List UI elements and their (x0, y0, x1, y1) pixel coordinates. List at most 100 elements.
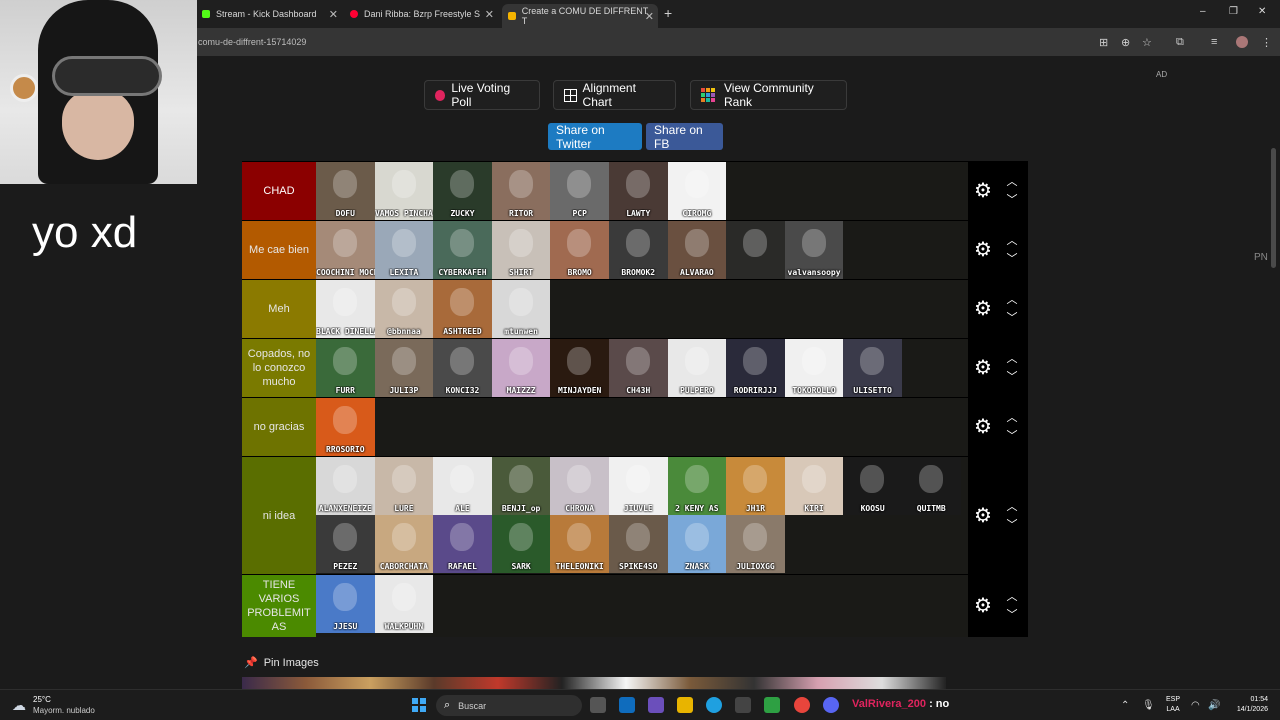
tab-kick-dashboard[interactable]: Stream - Kick Dashboard ✕ (196, 4, 342, 24)
volume-icon[interactable]: 🔊 (1208, 700, 1220, 711)
tier-item-image[interactable]: THELEONIKI (550, 515, 609, 573)
tier-item-image[interactable]: ASHTREED (433, 280, 492, 338)
tier-item-image[interactable]: PCP (550, 162, 609, 220)
close-tab-icon[interactable]: ✕ (485, 8, 494, 21)
tier-item-image[interactable]: QUITMB (901, 457, 961, 515)
tier-item-image[interactable]: VAMOS PINCHA (374, 162, 434, 220)
gear-icon[interactable]: ⚙ (974, 415, 992, 439)
move-down-icon[interactable]: ﹀ (1004, 250, 1020, 268)
move-up-icon[interactable]: ︿ (1004, 409, 1020, 427)
tier-label[interactable]: Copados, no lo conozco mucho (242, 339, 316, 397)
tier-item-image[interactable]: LAWTY (608, 162, 668, 220)
tier-item-image[interactable]: SARK (491, 515, 551, 573)
live-voting-poll-button[interactable]: Live Voting Poll (424, 80, 540, 110)
tier-item-image[interactable]: FURR (316, 339, 375, 397)
tier-item-image[interactable]: PEZEZ (316, 515, 375, 573)
file-explorer-icon[interactable] (677, 697, 693, 713)
tier-item-image[interactable]: valvansoopy (784, 221, 844, 279)
view-community-rank-button[interactable]: View Community Rank (690, 80, 847, 110)
tier-item-image[interactable]: WALKPUHN (374, 575, 434, 633)
tier-item-image[interactable]: DOFU (316, 162, 375, 220)
move-down-icon[interactable]: ﹀ (1004, 516, 1020, 534)
tier-item-image[interactable]: COOCHINI MOCHINICRY (316, 221, 375, 279)
tier-item-image[interactable]: LEXITA (374, 221, 434, 279)
chrome-icon[interactable] (794, 697, 810, 713)
tier-item-image[interactable]: ZNASK (667, 515, 727, 573)
minimize-icon[interactable]: – (1200, 6, 1206, 17)
tier-item-image[interactable]: BLACK DINELLA (316, 280, 375, 338)
image-pool-strip[interactable] (242, 677, 946, 689)
tier-item-image[interactable]: ZUCKY (433, 162, 492, 220)
move-down-icon[interactable]: ﹀ (1004, 368, 1020, 386)
move-down-icon[interactable]: ﹀ (1004, 427, 1020, 445)
tier-item-image[interactable]: MINJAYDEN (550, 339, 609, 397)
move-up-icon[interactable]: ︿ (1004, 350, 1020, 368)
tier-items[interactable]: DOFU VAMOS PINCHA ZUCKY RITOR PCP LAWTY CIROMG (316, 162, 968, 220)
move-up-icon[interactable]: ︿ (1004, 291, 1020, 309)
tier-item-image[interactable]: MAIZZZ (491, 339, 551, 397)
restore-icon[interactable]: ❐ (1229, 6, 1238, 17)
move-down-icon[interactable]: ﹀ (1004, 309, 1020, 327)
tray-chevron-icon[interactable]: ⌃ (1121, 700, 1129, 711)
tier-item-image[interactable]: CABORCHATA (374, 515, 434, 573)
extensions-icon[interactable]: ⧉ (1176, 36, 1184, 49)
tier-item-image[interactable]: LURE (374, 457, 434, 515)
tier-item-image[interactable]: SPIKE4SO (608, 515, 668, 573)
tier-item-image[interactable]: ALE (433, 457, 492, 515)
move-up-icon[interactable]: ︿ (1004, 173, 1020, 191)
tier-item-image[interactable]: KOOSU (843, 457, 902, 515)
move-up-icon[interactable]: ︿ (1004, 588, 1020, 606)
zoom-icon[interactable]: ⊕ (1121, 36, 1130, 49)
tier-item-image[interactable]: ALANXENEIZE (316, 457, 375, 515)
tier-items[interactable]: RROSORIO (316, 398, 968, 456)
outlook-icon[interactable] (619, 697, 635, 713)
move-up-icon[interactable]: ︿ (1004, 498, 1020, 516)
gear-icon[interactable]: ⚙ (974, 504, 992, 528)
new-tab-icon[interactable]: + (664, 5, 672, 21)
tier-item-image[interactable]: CHRONA (550, 457, 609, 515)
gear-icon[interactable]: ⚙ (974, 238, 992, 262)
tier-item-image[interactable]: CIROMG (667, 162, 727, 220)
m365-icon[interactable] (648, 697, 664, 713)
tier-item-image[interactable]: PULPERO (667, 339, 727, 397)
tier-item-image[interactable]: 2 KENY AS (667, 457, 727, 515)
profile-avatar[interactable] (1236, 36, 1248, 48)
tier-item-image[interactable]: @bbnnaa (374, 280, 434, 338)
alignment-chart-button[interactable]: Alignment Chart (553, 80, 676, 110)
tier-label[interactable]: ni idea (242, 457, 316, 574)
move-down-icon[interactable]: ﹀ (1004, 606, 1020, 624)
task-view-icon[interactable] (590, 697, 606, 713)
tier-item-image[interactable]: mtunwen (491, 280, 551, 338)
tier-item-image[interactable]: BROMOK2 (608, 221, 668, 279)
windows-start-icon[interactable] (412, 698, 426, 712)
tier-item-image[interactable]: ALVARAO (667, 221, 727, 279)
tier-item-image[interactable]: RROSORIO (316, 398, 375, 456)
translate-icon[interactable]: ⊞ (1099, 36, 1108, 49)
gear-icon[interactable]: ⚙ (974, 356, 992, 380)
tier-label[interactable]: TIENE VARIOS PROBLEMIT AS (242, 575, 316, 637)
tier-label[interactable]: Meh (242, 280, 316, 338)
tab-dani-ribba[interactable]: Dani Ribba: Bzrp Freestyle S ✕ (344, 4, 498, 24)
tier-item-image[interactable]: CYBERKAFEH (433, 221, 492, 279)
tier-item-image[interactable]: KIRI (784, 457, 844, 515)
share-twitter-button[interactable]: Share on Twitter (548, 123, 642, 151)
move-up-icon[interactable]: ︿ (1004, 232, 1020, 250)
bookmark-star-icon[interactable]: ☆ (1142, 36, 1152, 49)
tier-item-image[interactable]: JULIOXGG (726, 515, 785, 573)
tier-item-image[interactable]: JULI3P (374, 339, 434, 397)
input-language[interactable]: ESP LAA (1166, 695, 1180, 715)
tier-item-image[interactable]: BENJI_op (491, 457, 551, 515)
microphone-icon[interactable]: 🎙 (1142, 700, 1155, 711)
tier-item-image[interactable]: BROMO (550, 221, 609, 279)
taskbar-search[interactable]: ⌕ Buscar (436, 695, 582, 716)
weather-cloud-icon[interactable]: ☁ (12, 697, 26, 714)
tier-item-image[interactable]: SHIRT (491, 221, 551, 279)
tier-items[interactable]: FURR JULI3P KONCI32 MAIZZZ MINJAYDEN CH43H PUL… (316, 339, 968, 397)
tier-items[interactable]: BLACK DINELLA @bbnnaa ASHTREED mtunwen (316, 280, 968, 338)
tier-item-image[interactable]: JIUVLE (608, 457, 668, 515)
minecraft-icon[interactable] (764, 697, 780, 713)
discord-icon[interactable] (823, 697, 839, 713)
reading-list-icon[interactable]: ≡ (1211, 36, 1217, 48)
move-down-icon[interactable]: ﹀ (1004, 191, 1020, 209)
tier-item-image[interactable]: JH1R (726, 457, 785, 515)
